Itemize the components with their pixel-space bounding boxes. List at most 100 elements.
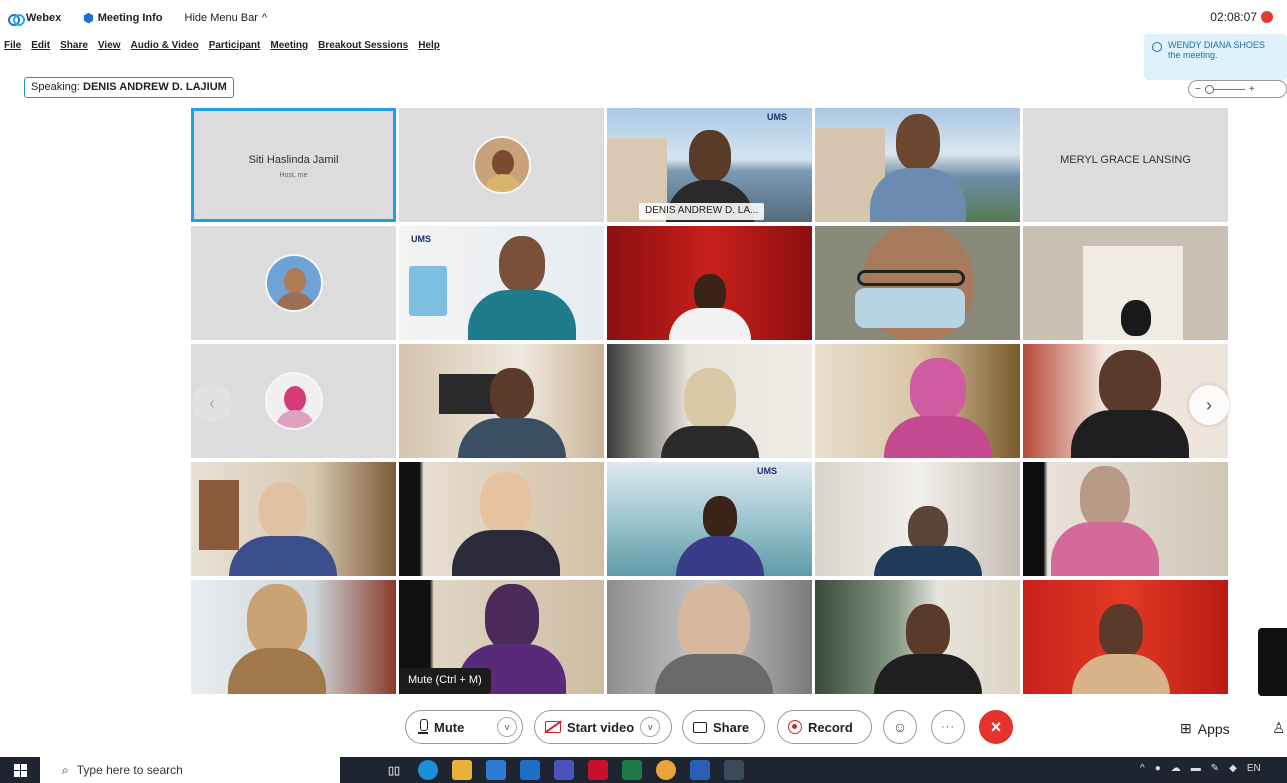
- participant-nametag: DENIS ANDREW D. LA...: [639, 203, 765, 220]
- participant-tile[interactable]: [399, 344, 604, 458]
- share-button[interactable]: Share: [682, 710, 765, 744]
- participant-tile[interactable]: [815, 580, 1020, 694]
- edge-icon[interactable]: [418, 760, 438, 780]
- chevron-right-icon: ›: [1206, 394, 1212, 415]
- menu-participant[interactable]: Participant: [209, 40, 261, 58]
- start-video-button[interactable]: Start video v: [534, 710, 672, 744]
- participant-tile[interactable]: [607, 226, 812, 340]
- menu-breakout-sessions[interactable]: Breakout Sessions: [318, 40, 408, 58]
- chevron-left-icon: ‹: [209, 392, 215, 413]
- participant-tile-speaking[interactable]: UMS DENIS ANDREW D. LA...: [607, 108, 812, 222]
- participant-tile[interactable]: MERYL GRACE LANSING: [1023, 108, 1228, 222]
- notification-line-1: WENDY DIANA SHOES: [1168, 40, 1265, 50]
- menu-share[interactable]: Share: [60, 40, 88, 58]
- menu-meeting[interactable]: Meeting: [270, 40, 308, 58]
- volume-icon[interactable]: ◆: [1229, 763, 1237, 774]
- pinned-apps: ▯▯: [384, 760, 744, 780]
- avatar: [472, 136, 531, 194]
- participant-tile[interactable]: [815, 108, 1020, 222]
- teams-icon[interactable]: [554, 760, 574, 780]
- language-indicator[interactable]: EN: [1247, 763, 1261, 774]
- previous-page-button[interactable]: ‹: [192, 383, 232, 423]
- onedrive-icon[interactable]: ☁: [1171, 763, 1181, 774]
- ums-logo: UMS: [411, 234, 431, 244]
- webex-meeting-window: Webex ⬢ Meeting Info Hide Menu Bar ^ 02:…: [0, 0, 1287, 783]
- participant-tile[interactable]: [815, 344, 1020, 458]
- network-icon[interactable]: ▬: [1191, 763, 1201, 774]
- zoom-track[interactable]: [1204, 84, 1245, 94]
- participant-tile[interactable]: [191, 226, 396, 340]
- file-explorer-icon[interactable]: [452, 760, 472, 780]
- record-button[interactable]: Record: [777, 710, 872, 744]
- speaking-prefix: Speaking:: [31, 81, 80, 93]
- webex-logo-icon: [8, 13, 25, 26]
- zoom-handle[interactable]: [1204, 84, 1214, 94]
- chevron-up-icon[interactable]: ^: [1140, 763, 1145, 774]
- chrome-icon[interactable]: [656, 760, 676, 780]
- participant-tile[interactable]: [399, 108, 604, 222]
- participant-tile[interactable]: [815, 226, 1020, 340]
- webex-taskbar-icon[interactable]: [724, 760, 744, 780]
- participant-tile[interactable]: UMS: [607, 462, 812, 576]
- participant-tile[interactable]: [191, 462, 396, 576]
- word-icon[interactable]: [690, 760, 710, 780]
- menu-help[interactable]: Help: [418, 40, 440, 58]
- pen-icon[interactable]: ✎: [1211, 763, 1219, 774]
- participant-tile[interactable]: [191, 580, 396, 694]
- zoom-slider[interactable]: − +: [1188, 80, 1287, 98]
- zoom-out-icon[interactable]: −: [1195, 84, 1201, 95]
- reactions-button[interactable]: ☺: [883, 710, 917, 744]
- self-view-panel[interactable]: [1258, 628, 1287, 696]
- info-icon: [1152, 42, 1162, 52]
- join-notification: WENDY DIANA SHOES the meeting.: [1144, 34, 1287, 80]
- start-button[interactable]: [0, 763, 40, 777]
- participant-tile[interactable]: UMS: [399, 226, 604, 340]
- menu-view[interactable]: View: [98, 40, 121, 58]
- menu-audio-video[interactable]: Audio & Video: [131, 40, 199, 58]
- participant-tile[interactable]: [607, 580, 812, 694]
- mute-button[interactable]: Mute v: [405, 710, 523, 744]
- webex-app-button[interactable]: Webex: [8, 12, 61, 26]
- menu-edit[interactable]: Edit: [31, 40, 50, 58]
- participants-icon[interactable]: ♙: [1272, 719, 1285, 737]
- participant-tile[interactable]: [815, 462, 1020, 576]
- share-screen-icon: [693, 721, 707, 733]
- meeting-info-button[interactable]: ⬢ Meeting Info: [83, 11, 162, 25]
- start-video-label: Start video: [567, 719, 635, 735]
- apps-label: Apps: [1197, 720, 1230, 737]
- video-options-chevron-icon[interactable]: v: [640, 717, 661, 737]
- excel-icon[interactable]: [622, 760, 642, 780]
- mail-icon[interactable]: [520, 760, 540, 780]
- mute-label: Mute: [434, 719, 465, 735]
- recording-status-icon: [1261, 11, 1273, 23]
- hide-menu-bar-button[interactable]: Hide Menu Bar ^: [185, 12, 268, 24]
- participant-tile[interactable]: [399, 462, 604, 576]
- search-placeholder: Type here to search: [76, 763, 183, 777]
- windows-logo-icon: [13, 763, 27, 777]
- apps-button[interactable]: ⊞ Apps: [1180, 720, 1230, 737]
- next-page-button[interactable]: ›: [1189, 385, 1229, 425]
- participant-tile[interactable]: [607, 344, 812, 458]
- participant-tile[interactable]: [1023, 462, 1228, 576]
- leave-meeting-button[interactable]: ×: [979, 710, 1013, 744]
- participant-tile[interactable]: [1023, 226, 1228, 340]
- microphone-tray-icon[interactable]: ●: [1155, 763, 1161, 774]
- zoom-in-icon[interactable]: +: [1249, 84, 1255, 95]
- mcafee-icon[interactable]: [588, 760, 608, 780]
- taskbar-search[interactable]: ⌕ Type here to search: [40, 757, 340, 783]
- more-options-button[interactable]: ···: [931, 710, 965, 744]
- apps-grid-icon: ⊞: [1180, 720, 1192, 736]
- audio-options-chevron-icon[interactable]: v: [497, 717, 517, 737]
- avatar: [264, 254, 323, 312]
- search-icon: ⌕: [62, 762, 69, 777]
- meeting-time: 02:08:07: [1210, 10, 1257, 24]
- store-icon[interactable]: [486, 760, 506, 780]
- participant-tile-host[interactable]: Siti Haslinda Jamil Host, me: [191, 108, 396, 222]
- microphone-icon: [418, 719, 428, 735]
- task-view-icon[interactable]: ▯▯: [384, 760, 404, 780]
- avatar: [264, 372, 323, 430]
- share-label: Share: [713, 719, 750, 735]
- ums-logo: UMS: [757, 466, 777, 476]
- menu-file[interactable]: File: [4, 40, 21, 58]
- participant-tile[interactable]: [1023, 580, 1228, 694]
